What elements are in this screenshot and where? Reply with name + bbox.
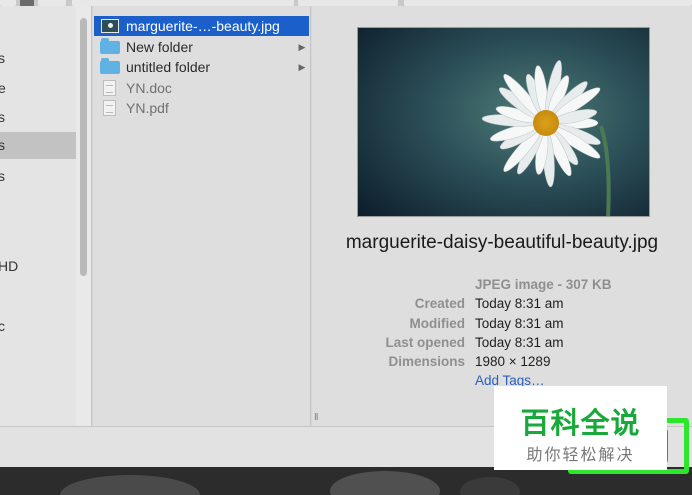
file-row-folder[interactable]: New folder ▶ (94, 37, 309, 57)
sidebar-item-hd[interactable]: HD (0, 258, 18, 274)
chevron-right-icon: ▶ (298, 61, 306, 72)
sidebar-item[interactable]: c (0, 318, 5, 334)
sidebar-item[interactable]: s (0, 168, 5, 184)
file-row-folder[interactable]: untitled folder ▶ (94, 57, 309, 77)
meta-value-created: Today 8:31 am (475, 296, 564, 311)
meta-label-last-opened: Last opened (385, 335, 465, 350)
file-row-selected[interactable]: marguerite-…-beauty.jpg (94, 16, 309, 36)
preview-file-title: marguerite-daisy-beautiful-beauty.jpg (345, 232, 659, 253)
sidebar-item[interactable]: e (0, 80, 6, 96)
watermark-title: 百科全说 (520, 406, 641, 440)
meta-label-created: Created (414, 296, 465, 311)
daisy-photo (358, 28, 649, 216)
file-row[interactable]: YN.doc (94, 78, 309, 98)
scrollbar-thumb[interactable] (80, 18, 87, 276)
sidebar: s e s s s HD c (0, 6, 76, 426)
meta-label-modified: Modified (409, 316, 466, 331)
sidebar-item[interactable]: s (0, 109, 5, 125)
meta-value-modified: Today 8:31 am (475, 316, 564, 331)
file-name: YN.pdf (126, 100, 169, 116)
watermark-logo: 百科全说 助你轻松解决 (494, 386, 667, 470)
preview-thumbnail (357, 27, 650, 217)
meta-value-dimensions: 1980 × 1289 (475, 354, 551, 369)
document-icon (100, 80, 120, 96)
meta-label-dimensions: Dimensions (388, 354, 465, 369)
file-row[interactable]: YN.pdf (94, 98, 309, 118)
file-kind-size: JPEG image - 307 KB (475, 277, 612, 292)
pdf-file-icon (100, 100, 120, 116)
sidebar-selection (0, 132, 76, 159)
meta-value-last-opened: Today 8:31 am (475, 335, 564, 350)
column-resize-handle[interactable]: II (314, 412, 318, 423)
file-name: marguerite-…-beauty.jpg (126, 18, 280, 34)
sidebar-item[interactable]: s (0, 50, 5, 66)
file-list: marguerite-…-beauty.jpg New folder ▶ unt… (93, 6, 311, 426)
file-name: YN.doc (126, 80, 172, 96)
watermark-subtitle: 助你轻松解决 (526, 445, 635, 464)
image-file-icon (100, 18, 120, 34)
sidebar-item-selected[interactable]: s (0, 137, 5, 153)
folder-icon (100, 38, 120, 55)
preview-pane: marguerite-daisy-beautiful-beauty.jpg JP… (312, 6, 692, 426)
sidebar-scroll-gutter (76, 6, 92, 426)
chevron-right-icon: ▶ (298, 41, 306, 52)
folder-icon (100, 58, 120, 75)
folder-name: untitled folder (126, 59, 211, 75)
folder-name: New folder (126, 39, 193, 55)
